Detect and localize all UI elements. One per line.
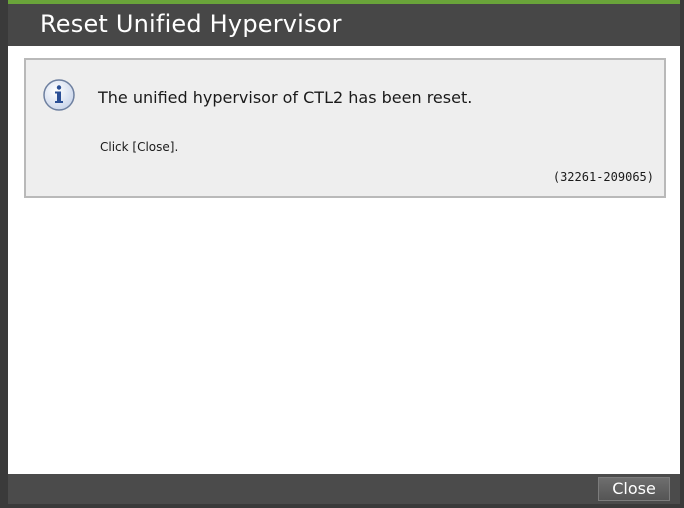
dialog-footer: Close (8, 474, 680, 504)
close-button[interactable]: Close (598, 477, 670, 501)
instruction-text: Click [Close]. (100, 140, 179, 154)
info-icon (43, 79, 75, 111)
message-panel: The unified hypervisor of CTL2 has been … (24, 58, 666, 198)
reset-hypervisor-dialog: Reset Unified Hypervisor The unified hyp… (0, 0, 684, 508)
dialog-title: Reset Unified Hypervisor (40, 10, 342, 38)
dialog-title-bar: Reset Unified Hypervisor (8, 0, 680, 46)
message-text: The unified hypervisor of CTL2 has been … (98, 88, 473, 107)
message-code: (32261-209065) (552, 170, 654, 184)
